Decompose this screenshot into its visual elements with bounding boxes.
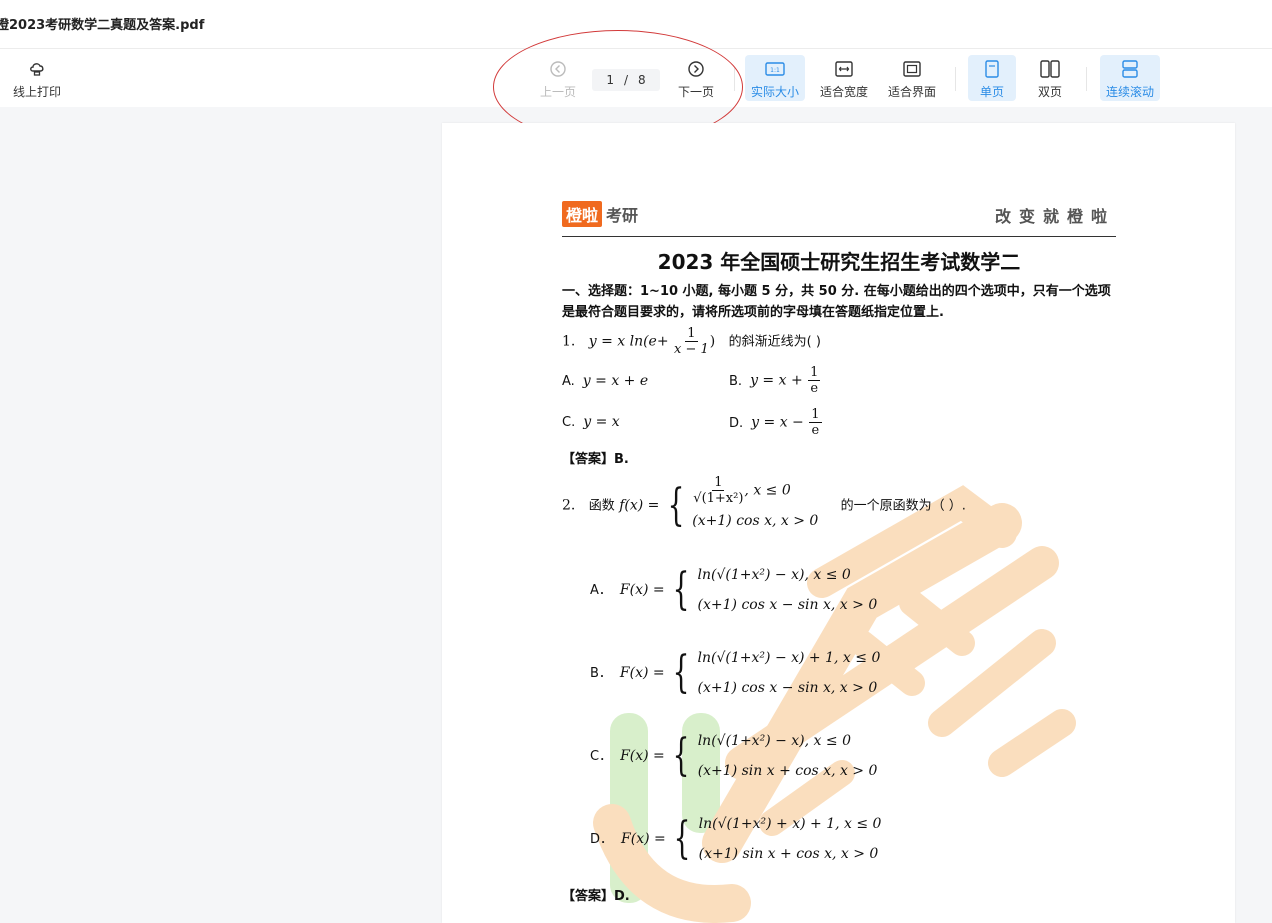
actual-size-icon-text: 1:1 — [770, 67, 780, 74]
cloud-print-icon — [27, 59, 47, 79]
q1-expr-rhs: ) — [709, 333, 716, 350]
q1-prompt: 的斜渐近线为( ) — [728, 334, 821, 350]
toolbar-divider — [955, 67, 956, 91]
brand-logo: 橙啦 — [562, 201, 603, 227]
double-page-label: 双页 — [1037, 85, 1062, 99]
chevron-right-circle-icon — [686, 59, 706, 79]
fit-width-button[interactable]: 适合宽度 — [814, 55, 874, 101]
document-title: 2023 年全国硕士研究生招生考试数学二 — [657, 250, 1021, 274]
actual-size-label: 实际大小 — [750, 85, 799, 99]
brand-slogan: 改变就橙啦 — [994, 207, 1115, 226]
q1-option-b: B. y = x + 1e — [729, 365, 821, 396]
toolbar-divider — [734, 67, 735, 91]
question-1: 1. y = x ln(e+ 1 x − 1 ) 的斜渐近线为( ) — [562, 326, 821, 357]
next-page-label: 下一页 — [677, 85, 714, 99]
q2-option-d: D． F(x) = { ln(√(1+x²) + x) + 1, x ≤ 0 (x+… — [590, 813, 882, 864]
double-page-icon — [1040, 59, 1060, 79]
single-page-label: 单页 — [979, 85, 1004, 99]
q1-expr-lhs: y = x ln(e+ — [588, 333, 669, 350]
actual-size-icon: 1:1 — [765, 59, 785, 79]
next-page-button[interactable]: 下一页 — [670, 55, 722, 101]
fit-page-label: 适合界面 — [887, 85, 936, 99]
pdf-page: 橙啦 考研 改变就橙啦 2023 年全国硕士研究生招生考试数学二 一、选择题：1… — [442, 123, 1235, 923]
single-page-icon — [982, 59, 1002, 79]
fit-page-button[interactable]: 适合界面 — [882, 55, 942, 101]
prev-page-label: 上一页 — [539, 85, 576, 99]
q2-answer: 【答案】D. — [562, 889, 630, 904]
toolbar-divider — [1086, 67, 1087, 91]
page-separator: / — [623, 73, 629, 87]
q2-number: 2. — [562, 497, 576, 514]
continuous-scroll-button[interactable]: 连续滚动 — [1100, 55, 1160, 101]
q1-answer: 【答案】B. — [562, 452, 629, 467]
print-label: 线上打印 — [12, 85, 61, 99]
brand-text: 考研 — [606, 206, 639, 225]
q1-number: 1. — [562, 333, 576, 350]
q1-option-d: D. y = x − 1e — [729, 407, 822, 438]
actual-size-button[interactable]: 1:1 实际大小 — [745, 55, 805, 101]
single-page-button[interactable]: 单页 — [968, 55, 1016, 101]
fit-width-icon — [834, 59, 854, 79]
document-viewer[interactable]: 橙啦 考研 改变就橙啦 2023 年全国硕士研究生招生考试数学二 一、选择题：1… — [0, 107, 1272, 923]
section-heading: 一、选择题：1~10 小题, 每小题 5 分，共 50 分. 在每小题给出的四个… — [562, 284, 1111, 320]
fit-page-icon — [902, 59, 922, 79]
window-title: 橙2023考研数学二真题及答案.pdf — [0, 18, 205, 33]
continuous-scroll-label: 连续滚动 — [1105, 85, 1154, 99]
q2-option-b: B． F(x) = { ln(√(1+x²) − x) + 1, x ≤ 0 (x+… — [590, 647, 881, 698]
continuous-scroll-icon — [1120, 59, 1140, 79]
q1-option-a: A. y = x + e — [562, 373, 649, 389]
header-divider — [562, 236, 1116, 237]
current-page-number[interactable]: 1 — [606, 73, 614, 87]
brand-header: 橙啦 考研 — [562, 201, 638, 227]
q1-fraction: 1 x − 1 — [674, 326, 709, 357]
prev-page-button[interactable]: 上一页 — [532, 55, 584, 101]
q2-option-a: A． F(x) = { ln(√(1+x²) − x), x ≤ 0 (x+1) c… — [590, 564, 878, 615]
q1-option-c: C. y = x — [562, 414, 620, 430]
title-bar: 橙2023考研数学二真题及答案.pdf — [0, 0, 1272, 49]
double-page-button[interactable]: 双页 — [1026, 55, 1074, 101]
pdf-toolbar: 线上打印 上一页 1 / 8 下一页 1:1 实际大小 适合宽度 适合界面 单页… — [0, 49, 1272, 107]
chevron-left-circle-icon — [548, 59, 568, 79]
page-indicator[interactable]: 1 / 8 — [592, 69, 660, 91]
question-2: 2. 函数 f(x) = { 1 √(1+x²), x ≤ 0 (x+1) cos… — [562, 475, 966, 531]
q2-option-c: C． F(x) = { ln(√(1+x²) − x), x ≤ 0 (x+1) s… — [590, 730, 878, 781]
fit-width-label: 适合宽度 — [819, 85, 868, 99]
print-button[interactable]: 线上打印 — [8, 55, 66, 101]
total-pages: 8 — [638, 73, 646, 87]
